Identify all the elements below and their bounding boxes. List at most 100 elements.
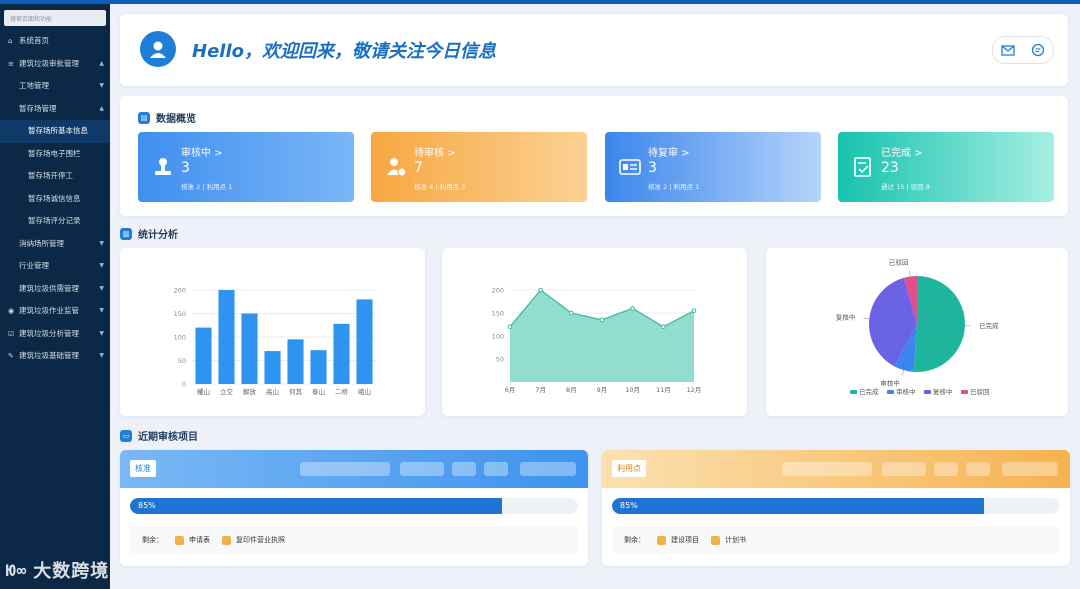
x-tick-label: 立交 <box>220 387 234 396</box>
overview-card: ▤ 数据概览 审核中 > 3 核准 2 | 利用点 1 待审核 > 7 核准 4… <box>120 96 1068 216</box>
slice-label: 已完成 <box>979 321 999 330</box>
sidebar-item-approval[interactable]: ≡ 建筑垃圾审批管理 ▲ <box>0 53 110 76</box>
user-icon <box>150 41 166 58</box>
stamp-icon <box>155 158 171 175</box>
sidebar-search-input[interactable]: 搜索页面和功能 <box>4 10 106 26</box>
bar <box>195 327 212 384</box>
bar <box>218 290 235 384</box>
stat-label: 待复审 > <box>648 148 690 159</box>
stat-value: 23 <box>881 160 899 176</box>
slice-label: 审核中 <box>880 379 900 388</box>
sidebar-item-industry[interactable]: 行业管理 ▼ <box>0 255 110 278</box>
project-tag: 核准 <box>130 460 156 477</box>
recent-title: ▭ 近期审核项目 <box>120 428 198 443</box>
sidebar-item-storage[interactable]: 暂存场管理 ▲ <box>0 98 110 121</box>
sidebar-item-supply[interactable]: 建筑垃圾供需管理 ▼ <box>0 278 110 301</box>
y-tick-label: 0 <box>182 381 186 389</box>
remaining-label: 剩余： <box>624 536 645 544</box>
stat-card-reviewing[interactable]: 审核中 > 3 核准 2 | 利用点 1 <box>138 132 354 202</box>
sidebar-item-home[interactable]: ⌂ 系统首页 <box>0 30 110 53</box>
remaining-chip[interactable]: 建设项目 <box>657 535 699 545</box>
remaining-chip[interactable]: 复印件营业执照 <box>222 535 285 545</box>
x-tick-label: 6月 <box>505 386 516 394</box>
chevron-up-icon: ▲ <box>99 59 104 67</box>
sidebar-item-disposal[interactable]: 消纳场所管理 ▼ <box>0 233 110 256</box>
stat-card-rereview[interactable]: 待复审 > 3 核准 2 | 利用点 1 <box>605 132 821 202</box>
chevron-down-icon: ▼ <box>99 307 104 314</box>
x-tick-label: 9月 <box>597 386 608 394</box>
overview-title: ▤ 数据概览 <box>138 110 196 125</box>
progress-fill: 85% <box>130 498 502 514</box>
chevron-down-icon: ▼ <box>99 329 104 337</box>
remaining-items: 剩余： 申请表 复印件营业执照 <box>130 526 578 554</box>
project-tag: 利用点 <box>612 460 646 477</box>
chevron-down-icon: ▼ <box>99 284 104 292</box>
remaining-chip[interactable]: 申请表 <box>175 535 210 545</box>
mail-icon[interactable] <box>1001 44 1015 56</box>
stat-card-completed[interactable]: 已完成 > 23 通过 15 | 驳回 8 <box>838 132 1054 202</box>
message-icon[interactable] <box>1031 43 1045 57</box>
folder-icon <box>657 535 666 545</box>
chevron-down-icon: ▼ <box>99 239 104 247</box>
data-point <box>661 324 666 330</box>
sidebar-item-site[interactable]: 工地管理 ▼ <box>0 75 110 98</box>
stat-sub: 核准 4 | 利用点 3 <box>414 183 466 191</box>
slice-label: 复核中 <box>836 313 856 322</box>
stat-sub: 核准 2 | 利用点 1 <box>181 183 233 191</box>
sidebar-item-basic[interactable]: ✎ 建筑垃圾基础管理 ▼ <box>0 345 110 368</box>
redacted-field <box>452 462 476 476</box>
x-tick-label: 高山 <box>266 387 279 396</box>
redacted-field <box>300 462 390 476</box>
redacted-field <box>484 462 508 476</box>
bar-chart-icon: ▥ <box>120 227 132 240</box>
sidebar-item-storage-score[interactable]: 暂存场评分记录 <box>0 210 110 233</box>
welcome-message: Hello，欢迎回来，敬请关注今日信息 <box>192 41 496 62</box>
sidebar-item-storage-fence[interactable]: 暂存场电子围栏 <box>0 143 110 166</box>
folder-icon <box>222 535 231 545</box>
remaining-label: 剩余： <box>142 536 163 544</box>
sidebar-item-storage-credit[interactable]: 暂存场诚信信息 <box>0 188 110 211</box>
x-tick-label: 泰山 <box>312 387 325 396</box>
redacted-field <box>520 462 576 476</box>
data-point <box>630 306 635 311</box>
x-tick-label: 10月 <box>625 386 640 394</box>
folder-icon: ▭ <box>120 429 132 442</box>
remaining-chip[interactable]: 计划书 <box>711 535 746 545</box>
sidebar-item-storage-info[interactable]: 暂存场所基本信息 <box>0 120 110 143</box>
home-icon: ⌂ <box>8 37 13 45</box>
id-card-icon <box>619 159 641 175</box>
stat-value: 7 <box>414 160 423 176</box>
data-point <box>599 317 605 323</box>
x-tick-label: 解放 <box>243 387 257 396</box>
bar <box>264 351 281 384</box>
sidebar-item-analysis[interactable]: ☑ 建筑垃圾分析管理 ▼ <box>0 323 110 346</box>
welcome-card: Hello，欢迎回来，敬请关注今日信息 <box>120 14 1068 86</box>
edit-icon: ☑ <box>8 329 15 338</box>
progress-bar: 85% <box>612 498 1060 514</box>
sidebar-item-supervision[interactable]: ◉ 建筑垃圾作业监管 ▼ <box>0 300 110 323</box>
x-tick-label: 峨山 <box>358 387 371 396</box>
data-point <box>507 324 513 330</box>
y-tick-label: 150 <box>492 310 504 318</box>
data-point <box>569 310 574 316</box>
remaining-items: 剩余： 建设项目 计划书 <box>612 526 1060 554</box>
project-card-approval[interactable]: 核准 85% 剩余： 申请表 复印件营业执照 <box>120 450 588 566</box>
y-tick-label: 150 <box>174 310 186 318</box>
bar <box>241 313 258 384</box>
project-card-usage[interactable]: 利用点 85% 剩余： 建设项目 计划书 <box>602 450 1070 566</box>
project-header: 利用点 <box>602 450 1070 488</box>
chevron-down-icon: ▼ <box>99 262 104 269</box>
stat-card-pending[interactable]: 待审核 > 7 核准 4 | 利用点 3 <box>371 132 587 202</box>
search-placeholder: 搜索页面和功能 <box>10 15 53 23</box>
sidebar-item-storage-work[interactable]: 暂存场开停工 <box>0 165 110 188</box>
pie-chart-card: 已完成 审核中 复核中 已驳回 已完成 审核中 复核中 已驳回 <box>766 248 1068 416</box>
avatar[interactable] <box>140 31 176 67</box>
y-tick-label: 200 <box>492 287 504 295</box>
stat-label: 审核中 > <box>181 148 223 159</box>
x-tick-label: 12月 <box>687 386 702 394</box>
stat-value: 3 <box>648 160 657 176</box>
stat-sub: 通过 15 | 驳回 8 <box>881 183 930 191</box>
progress-bar: 85% <box>130 498 578 514</box>
legend-swatch <box>850 390 857 394</box>
y-tick-label: 100 <box>492 333 504 341</box>
